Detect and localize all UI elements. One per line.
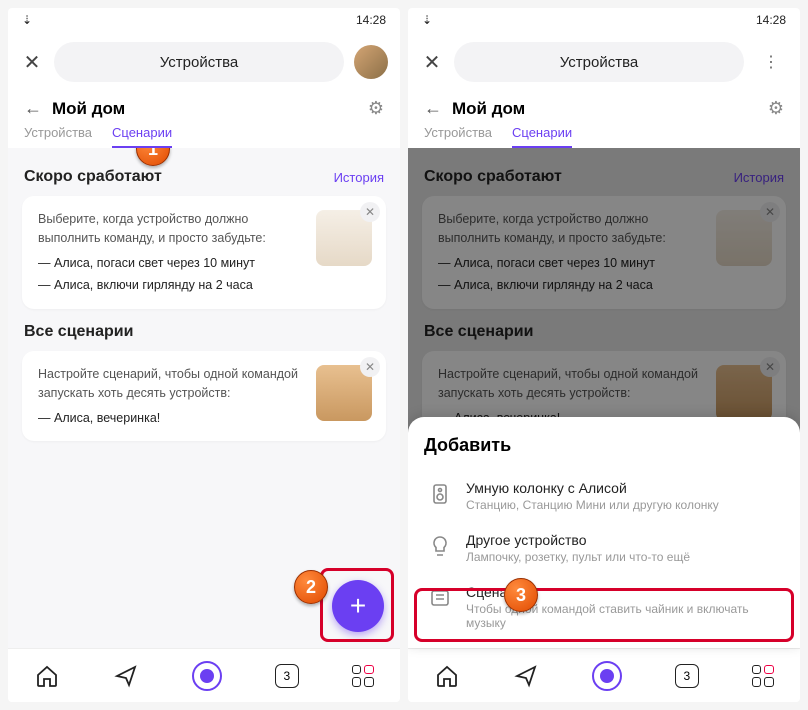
phone-left: ⇣ 14:28 ✕ Устройства ← Мой дом ⚙ Устройс… bbox=[8, 8, 400, 702]
status-bar: ⇣ 14:28 bbox=[408, 8, 800, 32]
all-card[interactable]: Настройте сценарий, чтобы одной командой… bbox=[22, 351, 386, 441]
avatar[interactable] bbox=[354, 45, 388, 79]
sheet-item-title: Другое устройство bbox=[466, 532, 690, 548]
soon-card-cmd1: Алиса, погаси свет через 10 минут bbox=[38, 254, 306, 273]
sheet-item-scenario[interactable]: Сценарий Чтобы одной командой ставить ча… bbox=[424, 574, 784, 640]
callout-1: 1 bbox=[136, 148, 170, 166]
soon-card-text: Выберите, когда устройство должно выполн… bbox=[438, 210, 706, 295]
page-title: Устройства bbox=[560, 54, 638, 71]
close-icon[interactable]: ✕ bbox=[760, 202, 780, 222]
soon-card-lead: Выберите, когда устройство должно выполн… bbox=[438, 210, 706, 248]
download-icon: ⇣ bbox=[22, 13, 32, 27]
home-title: Мой дом bbox=[452, 99, 758, 119]
section-soon-header: Скоро сработают История bbox=[424, 168, 784, 186]
tabs-counter[interactable]: 3 bbox=[275, 664, 299, 688]
scenario-icon bbox=[426, 584, 454, 612]
apps-grid-icon[interactable] bbox=[352, 665, 374, 687]
speaker-icon bbox=[426, 480, 454, 508]
soon-card-cmd1: Алиса, погаси свет через 10 минут bbox=[438, 254, 706, 273]
status-time: 14:28 bbox=[356, 13, 386, 27]
gear-icon[interactable]: ⚙ bbox=[368, 98, 384, 119]
alice-icon[interactable] bbox=[192, 661, 222, 691]
screen-body: Скоро сработают История Выберите, когда … bbox=[8, 148, 400, 648]
close-icon[interactable]: ✕ bbox=[760, 357, 780, 377]
status-time: 14:28 bbox=[756, 13, 786, 27]
tabs: Устройства Сценарии bbox=[408, 119, 800, 148]
back-arrow-icon[interactable]: ← bbox=[424, 98, 442, 119]
all-card-text: Настройте сценарий, чтобы одной командой… bbox=[38, 365, 306, 427]
page-title-pill[interactable]: Устройства bbox=[54, 42, 344, 82]
soon-card-text: Выберите, когда устройство должно выполн… bbox=[38, 210, 306, 295]
tabs-counter[interactable]: 3 bbox=[675, 664, 699, 688]
all-card-cmd1: Алиса, вечеринка! bbox=[38, 409, 306, 428]
bottom-nav: 3 bbox=[408, 648, 800, 702]
all-card-lead: Настройте сценарий, чтобы одной командой… bbox=[38, 365, 306, 403]
tabs: Устройства Сценарии bbox=[8, 119, 400, 148]
send-icon[interactable] bbox=[513, 663, 539, 689]
section-soon-header: Скоро сработают История bbox=[24, 168, 384, 186]
home-title: Мой дом bbox=[52, 99, 358, 119]
soon-card-cmd2: Алиса, включи гирлянду на 2 часа bbox=[438, 276, 706, 295]
add-button[interactable]: + bbox=[332, 580, 384, 632]
callout-2: 2 bbox=[294, 570, 328, 604]
apps-grid-icon[interactable] bbox=[752, 665, 774, 687]
all-card-lead: Настройте сценарий, чтобы одной командой… bbox=[438, 365, 706, 403]
history-link[interactable]: История bbox=[334, 170, 384, 185]
status-bar: ⇣ 14:28 bbox=[8, 8, 400, 32]
page-title: Устройства bbox=[160, 54, 238, 71]
page-title-pill[interactable]: Устройства bbox=[454, 42, 744, 82]
sheet-item-sub: Станцию, Станцию Мини или другую колонку bbox=[466, 498, 719, 512]
soon-card[interactable]: Выберите, когда устройство должно выполн… bbox=[422, 196, 786, 309]
section-all-header: Все сценарии bbox=[424, 323, 784, 341]
sub-header: ← Мой дом ⚙ bbox=[408, 92, 800, 119]
alice-icon[interactable] bbox=[592, 661, 622, 691]
section-soon-title: Скоро сработают bbox=[24, 168, 162, 186]
history-link[interactable]: История bbox=[734, 170, 784, 185]
tab-scenarios[interactable]: Сценарии bbox=[512, 125, 572, 148]
top-bar: ✕ Устройства bbox=[8, 32, 400, 92]
gear-icon[interactable]: ⚙ bbox=[768, 98, 784, 119]
send-icon[interactable] bbox=[113, 663, 139, 689]
sheet-item-speaker[interactable]: Умную колонку с Алисой Станцию, Станцию … bbox=[424, 470, 784, 522]
sub-header: ← Мой дом ⚙ bbox=[8, 92, 400, 119]
close-icon[interactable]: ✕ bbox=[360, 202, 380, 222]
sheet-item-other-device[interactable]: Другое устройство Лампочку, розетку, пул… bbox=[424, 522, 784, 574]
bulb-icon bbox=[426, 532, 454, 560]
sheet-title: Добавить bbox=[424, 435, 784, 456]
section-all-title: Все сценарии bbox=[424, 323, 533, 341]
back-arrow-icon[interactable]: ← bbox=[24, 98, 42, 119]
download-icon: ⇣ bbox=[422, 13, 432, 27]
tab-scenarios[interactable]: Сценарии bbox=[112, 125, 172, 148]
section-all-title: Все сценарии bbox=[24, 323, 133, 341]
soon-card-lead: Выберите, когда устройство должно выполн… bbox=[38, 210, 306, 248]
top-bar: ✕ Устройства ⋮ bbox=[408, 32, 800, 92]
sheet-item-title: Умную колонку с Алисой bbox=[466, 480, 719, 496]
sheet-item-sub: Лампочку, розетку, пульт или что-то ещё bbox=[466, 550, 690, 564]
section-soon-title: Скоро сработают bbox=[424, 168, 562, 186]
soon-card-cmd2: Алиса, включи гирлянду на 2 часа bbox=[38, 276, 306, 295]
home-icon[interactable] bbox=[34, 663, 60, 689]
phone-right: ⇣ 14:28 ✕ Устройства ⋮ ← Мой дом ⚙ Устро… bbox=[408, 8, 800, 702]
close-icon[interactable]: ✕ bbox=[20, 50, 44, 75]
menu-dots-icon[interactable]: ⋮ bbox=[754, 52, 788, 72]
add-bottom-sheet: Добавить Умную колонку с Алисой Станцию,… bbox=[408, 417, 800, 648]
callout-3: 3 bbox=[504, 578, 538, 612]
soon-card[interactable]: Выберите, когда устройство должно выполн… bbox=[22, 196, 386, 309]
close-icon[interactable]: ✕ bbox=[360, 357, 380, 377]
bottom-nav: 3 bbox=[8, 648, 400, 702]
close-icon[interactable]: ✕ bbox=[420, 50, 444, 75]
tab-devices[interactable]: Устройства bbox=[424, 125, 492, 148]
section-all-header: Все сценарии bbox=[24, 323, 384, 341]
home-icon[interactable] bbox=[434, 663, 460, 689]
tab-devices[interactable]: Устройства bbox=[24, 125, 92, 148]
